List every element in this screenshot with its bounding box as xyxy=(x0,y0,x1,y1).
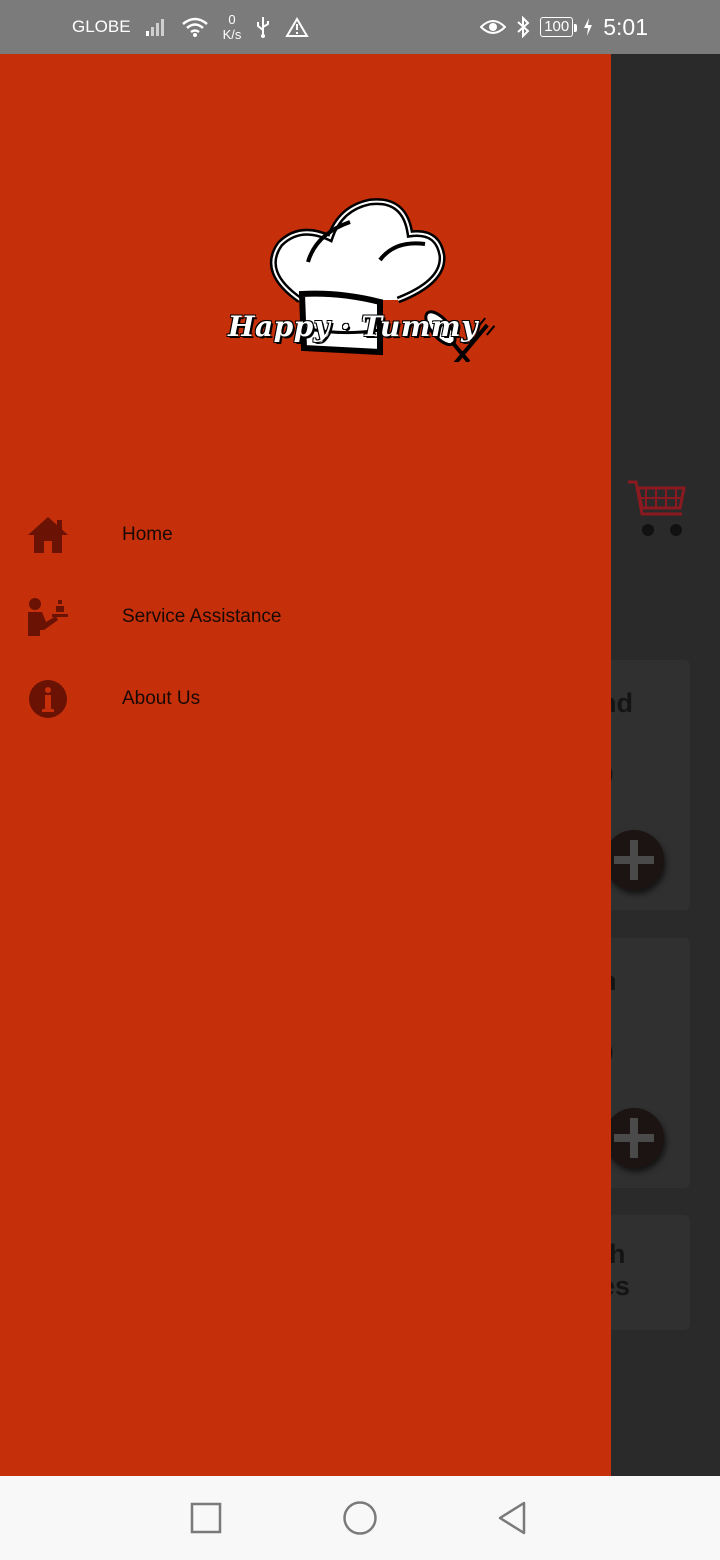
menu-label-about-us: About Us xyxy=(122,688,201,709)
waiter-icon xyxy=(26,595,70,639)
network-speed: 0 K/s xyxy=(223,12,242,42)
menu-item-home[interactable]: Home xyxy=(0,499,611,571)
menu-item-service-assistance[interactable]: Service Assistance xyxy=(0,581,611,653)
info-icon xyxy=(26,677,70,721)
menu-label-home: Home xyxy=(122,524,173,545)
eye-icon xyxy=(480,18,507,36)
status-right: 100 5:01 xyxy=(480,0,648,54)
charging-icon xyxy=(583,17,593,37)
add-to-cart-button[interactable] xyxy=(604,830,664,890)
carrier-name: GLOBE xyxy=(72,17,131,36)
system-nav-bar xyxy=(0,1476,720,1560)
menu-item-about-us[interactable]: About Us xyxy=(0,663,611,735)
home-icon xyxy=(26,513,70,557)
usb-icon xyxy=(255,16,271,38)
wifi-icon xyxy=(181,16,209,38)
home-button[interactable] xyxy=(340,1498,380,1538)
clock: 5:01 xyxy=(603,13,648,40)
bluetooth-icon xyxy=(516,16,530,38)
add-to-cart-button[interactable] xyxy=(604,1108,664,1168)
status-bar: GLOBE 0 K/s 100 5:01 xyxy=(0,0,720,54)
navigation-drawer: Happy · Tummy Home Service Assistance Ab… xyxy=(0,54,611,1476)
recent-apps-button[interactable] xyxy=(186,1498,226,1538)
speed-value: 0 xyxy=(228,12,236,27)
warning-icon xyxy=(285,17,310,37)
menu-label-service-assistance: Service Assistance xyxy=(122,606,282,627)
battery-level: 100 xyxy=(540,17,578,37)
back-button[interactable] xyxy=(492,1498,532,1538)
cart-icon[interactable] xyxy=(626,478,688,545)
signal-icon xyxy=(145,17,167,37)
app-logo-text: Happy · Tummy xyxy=(228,310,478,343)
status-left: GLOBE 0 K/s xyxy=(72,0,310,54)
speed-unit: K/s xyxy=(222,27,242,42)
